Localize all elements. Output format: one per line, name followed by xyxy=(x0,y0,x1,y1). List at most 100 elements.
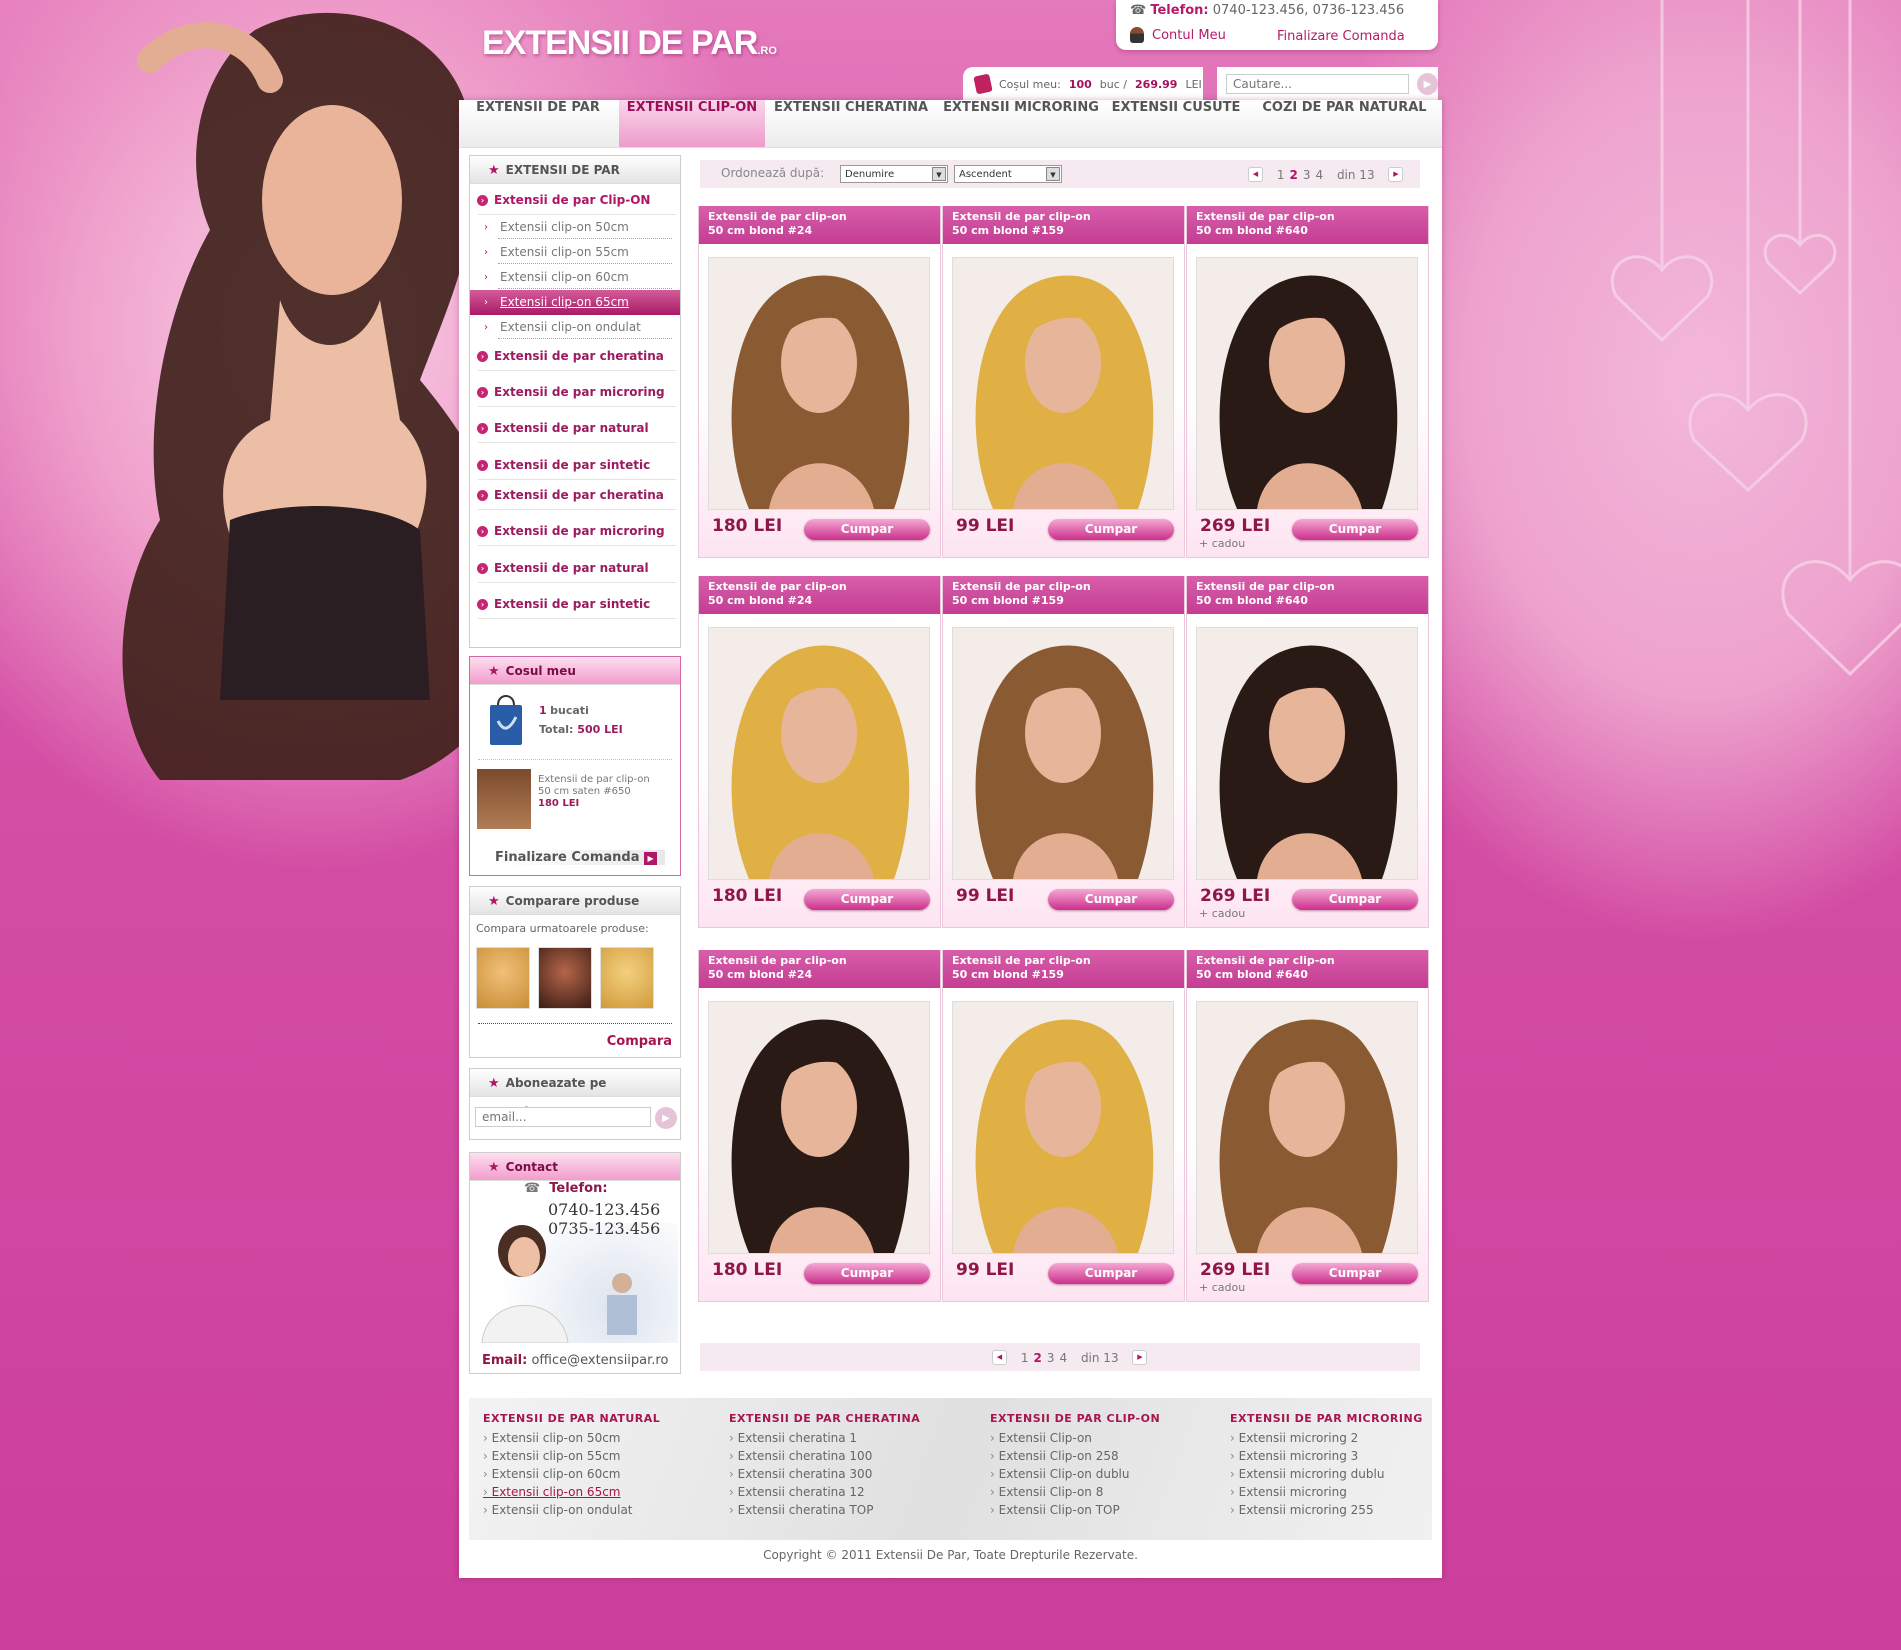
search-input[interactable] xyxy=(1226,74,1409,94)
tab-extensii-de-par[interactable]: EXTENSII DE PAR xyxy=(459,100,617,147)
footer-link[interactable]: Extensii Clip-on 258 xyxy=(990,1447,1160,1465)
footer-link[interactable]: Extensii clip-on ondulat xyxy=(483,1501,660,1519)
footer-link[interactable]: Extensii clip-on 50cm xyxy=(483,1429,660,1447)
tab-extensii-clip-on[interactable]: EXTENSII CLIP-ON xyxy=(619,100,765,147)
page-link[interactable]: 1 xyxy=(1277,168,1285,182)
buy-button[interactable]: Cumpar xyxy=(1292,1263,1418,1284)
category-menu-title: ★ EXTENSII DE PAR xyxy=(470,156,680,184)
footer-link[interactable]: Extensii clip-on 55cm xyxy=(483,1447,660,1465)
page-link-current[interactable]: 2 xyxy=(1289,168,1297,182)
tab-extensii-cusute[interactable]: EXTENSII CUSUTE xyxy=(1105,100,1247,147)
cart-summary[interactable]: Coșul meu: 100 buc /269.99 LEI xyxy=(963,67,1203,101)
product-image[interactable] xyxy=(1196,627,1418,880)
buy-button[interactable]: Cumpar xyxy=(804,1263,930,1284)
site-logo[interactable]: EXTENSII DE PAR.RO xyxy=(482,24,777,63)
footer-link[interactable]: Extensii clip-on 65cm xyxy=(483,1483,660,1501)
page-link[interactable]: 3 xyxy=(1047,1351,1055,1365)
buy-button[interactable]: Cumpar xyxy=(804,889,930,910)
product-title[interactable]: Extensii de par clip-on 50 cm blond #640 xyxy=(1187,950,1428,988)
product-title[interactable]: Extensii de par clip-on 50 cm blond #159 xyxy=(943,950,1184,988)
contact-phone-label: ☎ Telefon: xyxy=(524,1181,608,1196)
prev-page-icon[interactable]: ◀ xyxy=(1248,167,1263,182)
footer-link[interactable]: Extensii Clip-on TOP xyxy=(990,1501,1160,1519)
compare-thumbnail[interactable] xyxy=(476,947,530,1009)
page-link[interactable]: 4 xyxy=(1059,1351,1067,1365)
newsletter-submit-button[interactable]: ▶ xyxy=(655,1107,677,1129)
product-title[interactable]: Extensii de par clip-on 50 cm blond #24 xyxy=(699,950,940,988)
category-item[interactable]: › Extensii de par microring xyxy=(470,516,680,546)
page-link[interactable]: 3 xyxy=(1303,168,1311,182)
sort-field-select[interactable]: Denumire ▼ xyxy=(840,165,948,183)
product-image[interactable] xyxy=(708,257,930,510)
prev-page-icon[interactable]: ◀ xyxy=(992,1350,1007,1365)
subcategory-item[interactable]: › Extensii clip-on 60cm xyxy=(470,265,680,290)
category-clip-on[interactable]: › Extensii de par Clip-ON xyxy=(470,185,680,215)
bullet-icon: › xyxy=(477,526,488,537)
subcategory-item[interactable]: › Extensii clip-on 50cm xyxy=(470,215,680,240)
contact-email[interactable]: Email: office@extensiipar.ro xyxy=(482,1353,668,1368)
buy-button[interactable]: Cumpar xyxy=(1292,889,1418,910)
next-page-icon[interactable]: ▶ xyxy=(1132,1350,1148,1365)
page-link[interactable]: 4 xyxy=(1315,168,1323,182)
search-go-button[interactable]: ▶ xyxy=(1416,73,1438,95)
subcategory-item-active[interactable]: › Extensii clip-on 65cm xyxy=(470,290,680,315)
account-link[interactable]: Contul Meu xyxy=(1130,27,1226,43)
product-image[interactable] xyxy=(708,627,930,880)
footer-link[interactable]: Extensii microring 255 xyxy=(1230,1501,1423,1519)
page-link-current[interactable]: 2 xyxy=(1033,1351,1041,1365)
checkout-link[interactable]: Finalizare Comanda xyxy=(1277,29,1405,44)
sort-order-select[interactable]: Ascendent ▼ xyxy=(954,165,1062,183)
category-item[interactable]: › Extensii de par natural xyxy=(470,553,680,583)
footer-link[interactable]: Extensii cheratina TOP xyxy=(729,1501,920,1519)
footer-link[interactable]: Extensii Clip-on xyxy=(990,1429,1160,1447)
product-title[interactable]: Extensii de par clip-on 50 cm blond #159 xyxy=(943,576,1184,614)
category-item[interactable]: › Extensii de par natural xyxy=(470,413,680,443)
product-image[interactable] xyxy=(952,257,1174,510)
category-item[interactable]: › Extensii de par cheratina xyxy=(470,480,680,510)
buy-button[interactable]: Cumpar xyxy=(1048,889,1174,910)
footer-link[interactable]: Extensii cheratina 12 xyxy=(729,1483,920,1501)
footer-link[interactable]: Extensii microring 2 xyxy=(1230,1429,1423,1447)
compare-thumbnail[interactable] xyxy=(600,947,654,1009)
product-image[interactable] xyxy=(952,627,1174,880)
compare-thumbnail[interactable] xyxy=(538,947,592,1009)
product-title[interactable]: Extensii de par clip-on 50 cm blond #640 xyxy=(1187,206,1428,244)
footer-link[interactable]: Extensii microring xyxy=(1230,1483,1423,1501)
subcategory-item[interactable]: › Extensii clip-on ondulat xyxy=(470,315,680,340)
product-title[interactable]: Extensii de par clip-on 50 cm blond #24 xyxy=(699,576,940,614)
product-image[interactable] xyxy=(1196,257,1418,510)
footer-link[interactable]: Extensii cheratina 1 xyxy=(729,1429,920,1447)
product-title[interactable]: Extensii de par clip-on 50 cm blond #640 xyxy=(1187,576,1428,614)
buy-button[interactable]: Cumpar xyxy=(1292,519,1418,540)
footer-link[interactable]: Extensii Clip-on 8 xyxy=(990,1483,1160,1501)
tab-cozi-de-par-natural[interactable]: COZI DE PAR NATURAL xyxy=(1247,100,1442,147)
newsletter-email-input[interactable] xyxy=(475,1107,651,1127)
category-item[interactable]: › Extensii de par sintetic xyxy=(470,450,680,480)
compare-button[interactable]: Compara xyxy=(607,1034,672,1049)
footer-link[interactable]: Extensii cheratina 300 xyxy=(729,1465,920,1483)
page-link[interactable]: 1 xyxy=(1021,1351,1029,1365)
next-page-icon[interactable]: ▶ xyxy=(1388,167,1404,182)
tab-extensii-cheratina[interactable]: EXTENSII CHERATINA xyxy=(765,100,937,147)
tab-extensii-microring[interactable]: EXTENSII MICRORING xyxy=(937,100,1105,147)
category-item[interactable]: › Extensii de par microring xyxy=(470,377,680,407)
footer-link[interactable]: Extensii clip-on 60cm xyxy=(483,1465,660,1483)
product-image[interactable] xyxy=(952,1001,1174,1254)
product-title[interactable]: Extensii de par clip-on 50 cm blond #159 xyxy=(943,206,1184,244)
product-title[interactable]: Extensii de par clip-on 50 cm blond #24 xyxy=(699,206,940,244)
product-image[interactable] xyxy=(1196,1001,1418,1254)
mini-cart-checkout-button[interactable]: Finalizare Comanda ▶ xyxy=(495,850,665,865)
category-item[interactable]: › Extensii de par cheratina xyxy=(470,341,680,371)
buy-button[interactable]: Cumpar xyxy=(1048,1263,1174,1284)
product-image[interactable] xyxy=(708,1001,930,1254)
bullet-icon: › xyxy=(477,599,488,610)
footer-link[interactable]: Extensii cheratina 100 xyxy=(729,1447,920,1465)
footer-link[interactable]: Extensii microring dublu xyxy=(1230,1465,1423,1483)
buy-button[interactable]: Cumpar xyxy=(1048,519,1174,540)
footer-link[interactable]: Extensii microring 3 xyxy=(1230,1447,1423,1465)
subcategory-item[interactable]: › Extensii clip-on 55cm xyxy=(470,240,680,265)
buy-button[interactable]: Cumpar xyxy=(804,519,930,540)
cart-item-thumbnail[interactable] xyxy=(477,769,531,829)
category-item[interactable]: › Extensii de par sintetic xyxy=(470,589,680,619)
footer-link[interactable]: Extensii Clip-on dublu xyxy=(990,1465,1160,1483)
